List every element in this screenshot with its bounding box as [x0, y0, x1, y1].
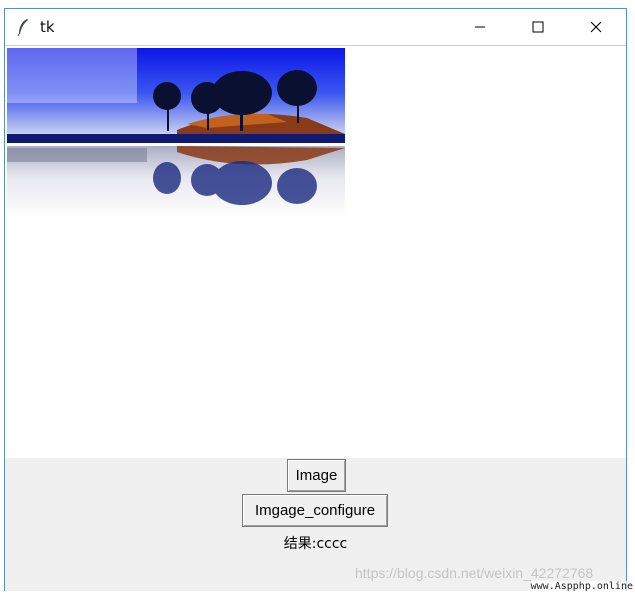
watermark-text: https://blog.csdn.net/weixin_42272768: [355, 565, 594, 581]
title-bar[interactable]: tk: [5, 9, 626, 46]
feather-icon: [17, 19, 28, 36]
minimize-icon: [475, 26, 485, 28]
result-label: 结果:cccc: [283, 536, 348, 552]
site-badge: www.Aspphp.online: [530, 581, 633, 592]
minimize-button[interactable]: [457, 9, 503, 45]
image-configure-button[interactable]: Imgage_configure: [242, 494, 388, 527]
canvas-area: [5, 46, 626, 456]
close-icon: [590, 21, 602, 33]
maximize-icon: [532, 21, 544, 33]
tk-window: tk Image Imgage_configure 结果:cccc: [4, 8, 627, 591]
close-button[interactable]: [573, 9, 619, 45]
maximize-button[interactable]: [515, 9, 561, 45]
window-title: tk: [40, 18, 55, 36]
landscape-image: [7, 48, 345, 218]
image-button[interactable]: Image: [287, 459, 346, 492]
